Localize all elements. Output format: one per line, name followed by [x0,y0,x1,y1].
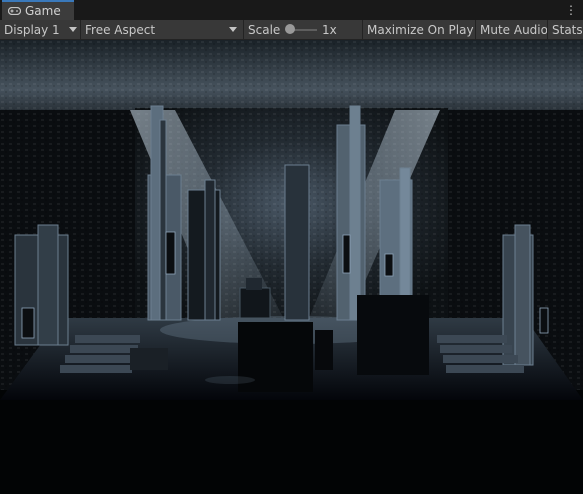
kebab-menu-icon[interactable]: ⋮ [565,2,577,18]
display-dropdown-chevron-down-icon [69,27,77,32]
stats-label: Stats [552,22,583,37]
mute-audio-button[interactable]: Mute Audio [476,20,548,39]
aspect-dropdown-chevron-down-icon [229,27,237,32]
game-viewport[interactable] [0,40,583,494]
tab-game-label: Game [25,4,61,18]
aspect-dropdown[interactable]: Free Aspect [81,20,243,39]
display-dropdown-label: Display 1 [4,22,60,37]
game-toolbar: Display 1 Free Aspect Scale 1x Maximize … [0,20,583,40]
stats-button[interactable]: Stats [548,20,583,39]
gamepad-icon [8,7,21,15]
tab-bar: Game ⋮ [0,0,583,20]
maximize-on-play-label: Maximize On Play [367,22,474,37]
scale-value: 1x [318,20,341,39]
tab-game[interactable]: Game [2,0,74,20]
maximize-on-play-button[interactable]: Maximize On Play [363,20,475,39]
scale-slider-thumb[interactable] [285,24,295,34]
scale-label-text: Scale [248,22,281,37]
aspect-dropdown-label: Free Aspect [85,22,156,37]
scale-value-text: 1x [322,22,337,37]
display-dropdown[interactable]: Display 1 [0,20,80,39]
scene-render [0,40,583,494]
scale-label: Scale [244,20,284,39]
mute-audio-label: Mute Audio [480,22,548,37]
